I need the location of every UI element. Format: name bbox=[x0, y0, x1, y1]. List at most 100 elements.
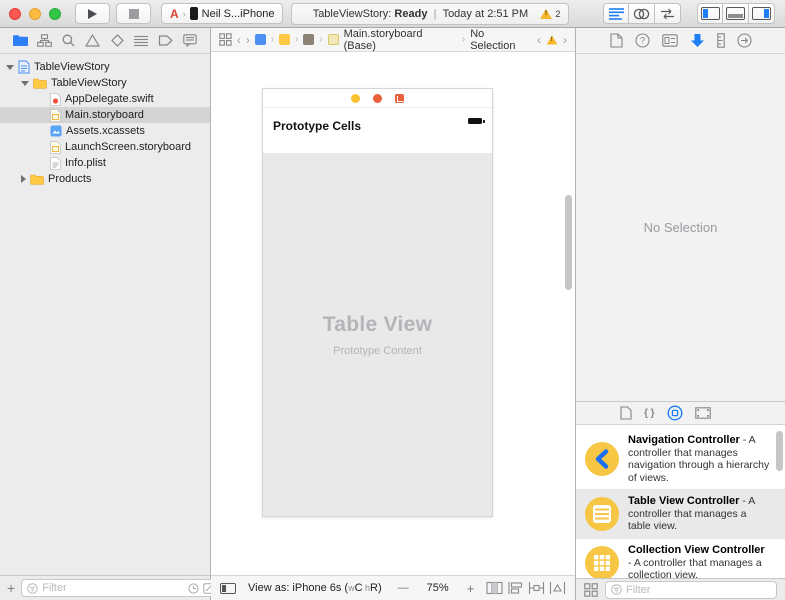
utilities-panel: ? No Selection { } Navigation Controller… bbox=[575, 28, 785, 600]
filter-input[interactable] bbox=[42, 582, 184, 594]
stop-button[interactable] bbox=[116, 3, 151, 24]
tree-item-assets[interactable]: Assets.xcassets bbox=[0, 123, 210, 139]
debug-navigator-tab[interactable] bbox=[131, 31, 151, 51]
breakpoint-navigator-tab[interactable] bbox=[156, 31, 176, 51]
back-button[interactable]: ‹ bbox=[237, 33, 241, 47]
toggle-utilities-button[interactable] bbox=[749, 3, 775, 24]
activity-text: TableViewStory: Ready | Today at 2:51 PM bbox=[300, 8, 540, 20]
tree-item-products[interactable]: Products bbox=[0, 171, 210, 187]
library-item-table-view-controller[interactable]: Table View Controller - A controller tha… bbox=[576, 490, 785, 539]
first-responder-icon[interactable] bbox=[373, 94, 382, 103]
update-frames-icon[interactable] bbox=[486, 581, 503, 595]
table-view-controller-icon bbox=[585, 497, 619, 531]
previous-issue-button[interactable]: ‹ bbox=[537, 33, 541, 47]
warning-icon[interactable] bbox=[547, 35, 558, 44]
filter-icon bbox=[27, 583, 38, 594]
zoom-out-button[interactable]: — bbox=[398, 582, 409, 594]
zoom-window-button[interactable] bbox=[49, 8, 61, 20]
resolve-auto-layout-icon[interactable] bbox=[549, 581, 566, 595]
exit-icon[interactable] bbox=[395, 94, 404, 103]
tree-item-launchscreen[interactable]: LaunchScreen.storyboard bbox=[0, 139, 210, 155]
asset-catalog-icon bbox=[50, 125, 62, 137]
zoom-in-button[interactable]: + bbox=[467, 581, 475, 596]
find-navigator-tab[interactable] bbox=[59, 31, 79, 51]
diamond-icon bbox=[111, 34, 124, 47]
stack-icon[interactable] bbox=[507, 581, 524, 595]
code-snippet-library-icon[interactable]: { } bbox=[644, 408, 655, 419]
connections-inspector-icon[interactable] bbox=[737, 33, 752, 48]
table-view[interactable]: Table View Prototype Content bbox=[263, 153, 492, 516]
library-item-collection-view-controller[interactable]: Collection View Controller - A controlle… bbox=[576, 539, 785, 578]
navigator-tab-bar bbox=[0, 28, 210, 54]
forward-button[interactable]: › bbox=[246, 33, 250, 47]
project-mini-icon[interactable] bbox=[255, 34, 266, 45]
media-library-icon[interactable] bbox=[695, 407, 711, 419]
canvas-scrollbar[interactable] bbox=[565, 195, 572, 290]
report-navigator-tab[interactable] bbox=[180, 31, 200, 51]
warning-badge[interactable]: 2 bbox=[540, 9, 560, 19]
navigator-filter-field[interactable] bbox=[21, 579, 220, 597]
file-inspector-icon[interactable] bbox=[610, 33, 623, 48]
run-button[interactable] bbox=[75, 3, 110, 24]
prototype-cells-header[interactable]: Prototype Cells bbox=[263, 108, 492, 153]
device-configuration-icon[interactable] bbox=[220, 583, 236, 594]
disclosure-icon[interactable] bbox=[6, 65, 14, 70]
version-editor-button[interactable] bbox=[655, 3, 681, 24]
storyboard-mini-icon[interactable] bbox=[328, 34, 339, 45]
symbol-navigator-tab[interactable] bbox=[34, 31, 54, 51]
tree-item-group[interactable]: TableViewStory bbox=[0, 75, 210, 91]
identity-inspector-icon[interactable] bbox=[662, 34, 678, 47]
standard-editor-icon bbox=[609, 8, 624, 20]
group-mini-icon[interactable] bbox=[303, 34, 314, 45]
tree-label: Main.storyboard bbox=[65, 109, 144, 121]
grid-view-toggle-icon[interactable] bbox=[584, 583, 598, 597]
toggle-navigator-button[interactable] bbox=[697, 3, 723, 24]
standard-editor-button[interactable] bbox=[603, 3, 629, 24]
view-controller-icon[interactable] bbox=[351, 94, 360, 103]
tree-item-appdelegate[interactable]: AppDelegate.swift bbox=[0, 91, 210, 107]
tree-item-main-storyboard[interactable]: Main.storyboard bbox=[0, 107, 210, 123]
jump-bar-document[interactable]: Main.storyboard (Base) bbox=[344, 28, 457, 52]
size-inspector-icon[interactable] bbox=[717, 33, 725, 48]
quick-help-inspector-icon[interactable]: ? bbox=[635, 33, 650, 48]
zoom-level[interactable]: 75% bbox=[427, 582, 449, 594]
issue-navigator-tab[interactable] bbox=[83, 31, 103, 51]
folder-mini-icon[interactable] bbox=[279, 34, 290, 45]
tree-item-infoplist[interactable]: Info.plist bbox=[0, 155, 210, 171]
tree-item-project[interactable]: TableViewStory bbox=[0, 59, 210, 75]
project-navigator-tab[interactable] bbox=[10, 31, 30, 51]
navigator-filter-bar: + bbox=[0, 575, 210, 600]
minimize-window-button[interactable] bbox=[29, 8, 41, 20]
jump-bar-selection[interactable]: No Selection bbox=[470, 28, 532, 52]
add-button[interactable]: + bbox=[7, 581, 15, 595]
test-navigator-tab[interactable] bbox=[107, 31, 127, 51]
storyboard-file-icon bbox=[50, 141, 61, 154]
svg-text:?: ? bbox=[639, 36, 644, 46]
swift-file-icon bbox=[50, 93, 61, 106]
table-view-controller-scene[interactable]: Prototype Cells Table View Prototype Con… bbox=[262, 88, 493, 517]
pin-icon[interactable] bbox=[528, 581, 545, 595]
related-items-icon[interactable] bbox=[219, 33, 232, 46]
editor-area: ‹ › › › › Main.storyboard (Base) › No Se… bbox=[211, 28, 575, 600]
close-window-button[interactable] bbox=[9, 8, 21, 20]
library-filter-input[interactable] bbox=[626, 584, 771, 596]
library-filter-field[interactable] bbox=[605, 581, 777, 599]
play-icon bbox=[87, 8, 98, 20]
library-item-navigation-controller[interactable]: Navigation Controller - A controller tha… bbox=[576, 429, 785, 490]
attributes-inspector-icon[interactable] bbox=[690, 33, 705, 48]
navigator-panel: TableViewStory TableViewStory AppDelegat… bbox=[0, 28, 211, 600]
disclosure-icon[interactable] bbox=[21, 175, 26, 183]
file-template-library-icon[interactable] bbox=[620, 406, 632, 420]
toggle-debug-area-button[interactable] bbox=[723, 3, 749, 24]
assistant-editor-button[interactable] bbox=[629, 3, 655, 24]
disclosure-icon[interactable] bbox=[21, 81, 29, 86]
activity-viewer[interactable]: TableViewStory: Ready | Today at 2:51 PM… bbox=[291, 3, 569, 25]
tree-label: Assets.xcassets bbox=[66, 125, 145, 137]
storyboard-canvas[interactable]: Prototype Cells Table View Prototype Con… bbox=[211, 52, 575, 575]
next-issue-button[interactable]: › bbox=[563, 33, 567, 47]
scheme-selector[interactable]: A › Neil S...iPhone bbox=[161, 3, 283, 24]
object-library-icon[interactable] bbox=[667, 405, 683, 421]
clock-icon[interactable] bbox=[188, 583, 199, 594]
library-scrollbar[interactable] bbox=[776, 431, 783, 471]
view-as-label[interactable]: View as: iPhone 6s (wC hR) bbox=[248, 582, 382, 594]
